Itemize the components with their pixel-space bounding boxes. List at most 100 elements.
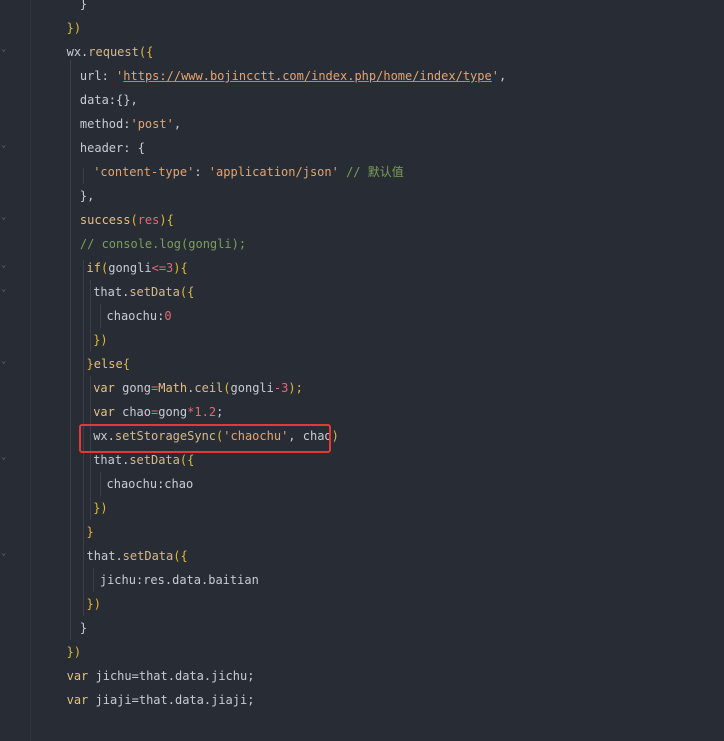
fold-marker-icon[interactable]: ⌄ <box>1 452 9 462</box>
code-line[interactable]: wx.request({ <box>67 40 154 64</box>
code-editor[interactable]: }}) wx.request({url: 'https://www.bojincc… <box>0 0 724 741</box>
code-token: Math <box>158 381 188 395</box>
code-token: success <box>79 213 131 227</box>
code-line[interactable]: that.setData({ <box>87 544 188 568</box>
indent-guide <box>83 168 84 184</box>
indent-guide <box>100 472 101 496</box>
code-token: else <box>93 357 123 371</box>
code-token: 'post' <box>130 117 174 131</box>
code-line[interactable]: }, <box>80 184 94 208</box>
code-line[interactable]: if(gongli<=3){ <box>87 256 188 280</box>
code-token: :chao <box>157 477 194 491</box>
code-token: var <box>66 693 89 707</box>
code-token: ); <box>288 381 303 395</box>
code-token: ){ <box>159 213 174 227</box>
code-line[interactable]: } <box>80 0 87 16</box>
code-line[interactable]: url: 'https://www.bojincctt.com/index.ph… <box>80 64 506 88</box>
code-line[interactable]: }) <box>87 592 101 616</box>
code-line[interactable]: data:{}, <box>80 88 138 112</box>
indent-guide <box>93 568 94 592</box>
code-token: url <box>79 69 102 83</box>
fold-marker-icon[interactable]: ⌄ <box>1 284 9 294</box>
code-line[interactable]: jichu:res.data.baitian <box>100 568 259 592</box>
fold-marker-icon[interactable]: ⌄ <box>1 140 9 150</box>
code-token: data <box>79 93 109 107</box>
code-token: // 默认值 <box>346 165 404 179</box>
code-token: that. <box>93 453 130 467</box>
code-token: ( <box>223 381 231 395</box>
code-line[interactable]: header: { <box>80 136 145 160</box>
code-token: jiaji=that.data.jiaji; <box>88 693 255 707</box>
code-token: request <box>88 45 139 59</box>
code-line[interactable]: that.setData({ <box>93 280 194 304</box>
code-line[interactable]: chaochu:chao <box>107 472 194 496</box>
code-token: ( <box>130 213 138 227</box>
fold-marker-icon[interactable]: ⌄ <box>1 260 9 270</box>
code-token: : { <box>123 141 145 155</box>
code-token: : <box>101 69 117 83</box>
code-token: }) <box>66 21 82 35</box>
code-line[interactable]: }) <box>93 328 107 352</box>
fold-marker-icon[interactable]: ⌄ <box>1 44 9 54</box>
code-line[interactable]: }) <box>67 640 81 664</box>
indent-guide <box>100 304 101 328</box>
code-token: } <box>79 621 88 635</box>
code-token: setData <box>129 285 180 299</box>
code-token: } <box>79 0 88 11</box>
code-token: , <box>173 117 182 131</box>
code-token: that. <box>86 549 123 563</box>
code-token: gongli <box>230 381 274 395</box>
code-token: 1.2 <box>194 405 217 419</box>
code-token: chaochu <box>106 309 158 323</box>
code-line[interactable]: } <box>87 520 94 544</box>
code-token: 'application/json' <box>208 165 339 179</box>
fold-marker-icon[interactable]: ⌄ <box>1 548 9 558</box>
code-line[interactable]: chaochu:0 <box>107 304 172 328</box>
code-line[interactable]: var gong=Math.ceil(gongli-3); <box>93 376 303 400</box>
code-token: // console.log(gongli); <box>79 237 247 251</box>
code-token: ({ <box>173 549 188 563</box>
url-link[interactable]: https://www.bojincctt.com/index.php/home… <box>123 69 491 83</box>
code-token: wx. <box>66 45 89 59</box>
code-line[interactable]: }) <box>67 16 81 40</box>
fold-marker-icon[interactable]: ⌄ <box>1 212 9 222</box>
code-token: }) <box>93 501 108 515</box>
code-token: header <box>79 141 124 155</box>
code-token: ceil <box>194 381 224 395</box>
code-token: ({ <box>138 45 154 59</box>
code-token: jichu <box>99 573 136 587</box>
code-token: }) <box>66 645 82 659</box>
code-token: ){ <box>173 261 188 275</box>
code-line[interactable]: }) <box>93 496 107 520</box>
code-token: }) <box>93 333 108 347</box>
code-token: : <box>194 165 209 179</box>
code-token: setData <box>122 549 174 563</box>
code-line[interactable]: success(res){ <box>80 208 174 232</box>
code-token: :{}, <box>108 93 138 107</box>
code-line[interactable]: 'content-type': 'application/json' // 默认… <box>93 160 404 184</box>
code-line[interactable]: } <box>80 616 87 640</box>
code-token: :res.data.baitian <box>135 573 259 587</box>
code-line[interactable]: var jiaji=that.data.jiaji; <box>67 688 255 712</box>
code-token: ; <box>216 405 224 419</box>
code-token: ' <box>491 69 499 83</box>
code-line[interactable]: }else{ <box>87 352 130 376</box>
code-token: 'content-type' <box>93 165 195 179</box>
code-line[interactable]: // console.log(gongli); <box>80 232 246 256</box>
fold-marker-icon[interactable]: ⌄ <box>1 356 9 366</box>
code-token: } <box>86 357 94 371</box>
code-line[interactable]: var jichu=that.data.jichu; <box>67 664 255 688</box>
code-token: 0 <box>164 309 172 323</box>
code-line[interactable]: var chao=gong*1.2; <box>93 400 223 424</box>
code-token: } <box>86 525 94 539</box>
code-line[interactable]: method:'post', <box>80 112 181 136</box>
code-token: var <box>93 381 115 395</box>
code-token: ({ <box>179 285 195 299</box>
code-token: , <box>498 69 507 83</box>
code-token: chaochu <box>106 477 158 491</box>
editor-gutter <box>0 0 30 741</box>
code-token: }) <box>86 597 101 611</box>
indent-guide <box>90 280 91 352</box>
code-token: res <box>137 213 160 227</box>
